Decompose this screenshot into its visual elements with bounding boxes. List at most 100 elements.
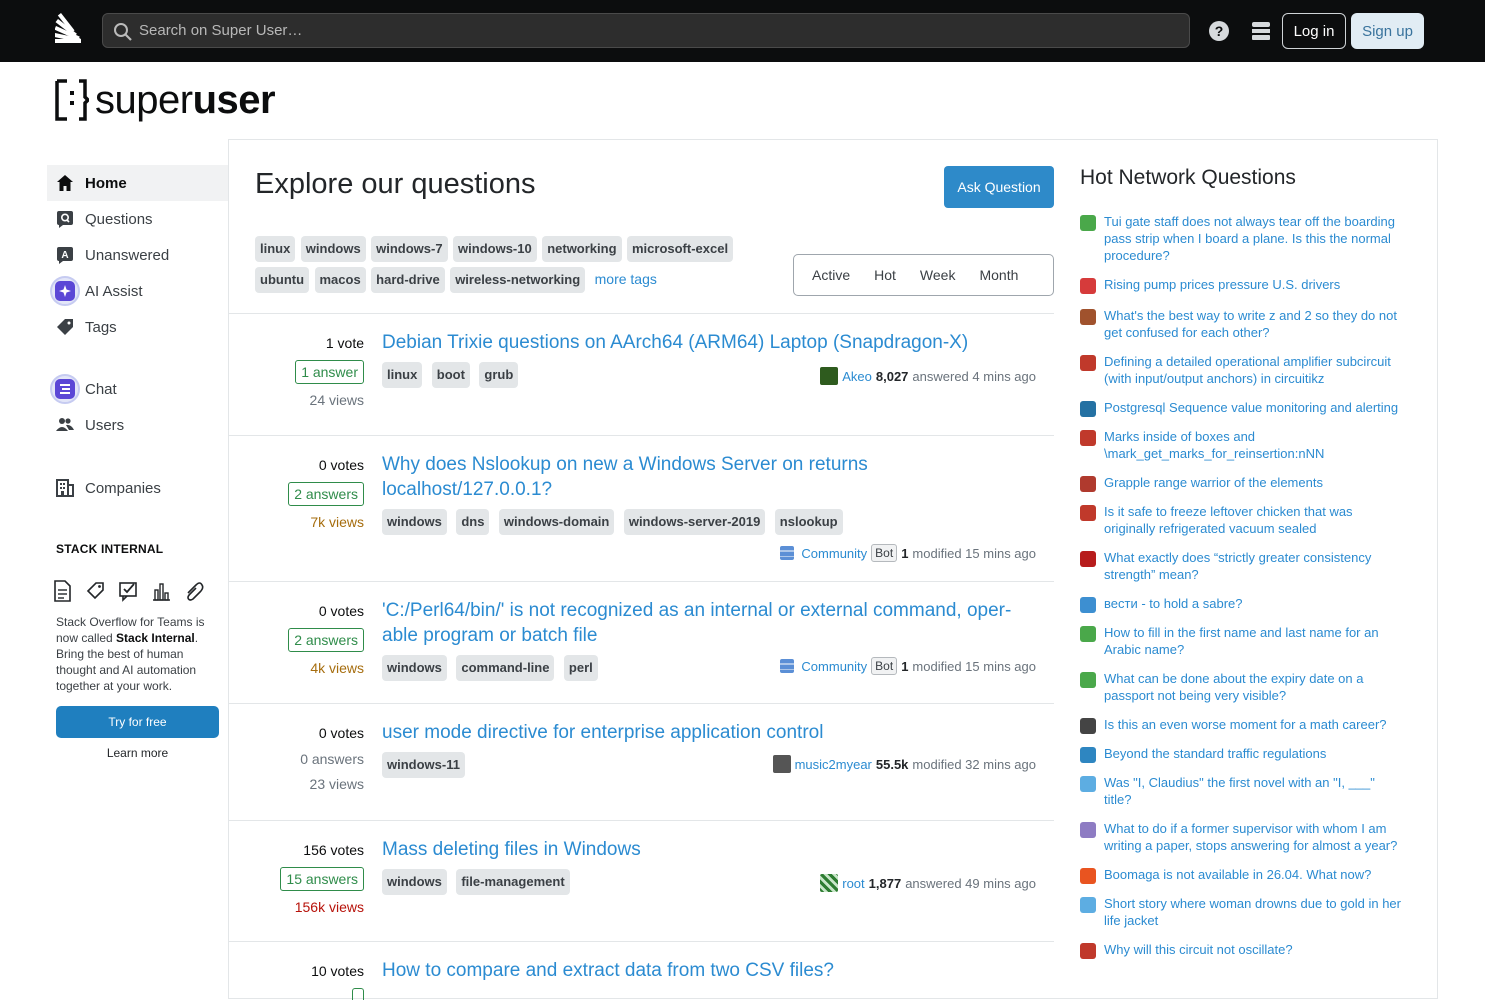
- tag-link[interactable]: nslookup: [774, 509, 843, 535]
- question-activity[interactable]: modified 32 mins ago: [912, 757, 1036, 772]
- community-avatar[interactable]: [780, 546, 795, 560]
- tag-link[interactable]: grub: [479, 362, 519, 388]
- hot-question-link[interactable]: Is it safe to freeze leftover chicken th…: [1080, 503, 1405, 537]
- sidebar-item-companies[interactable]: Companies: [47, 470, 228, 506]
- filter-tab-active[interactable]: Active: [800, 267, 862, 283]
- question-activity[interactable]: answered 4 mins ago: [912, 369, 1036, 384]
- tag-link[interactable]: linux: [382, 362, 423, 388]
- tag-link[interactable]: macos: [314, 267, 366, 293]
- bot-badge: Bot: [871, 544, 898, 562]
- tag-link[interactable]: windows-server-2019: [623, 509, 766, 535]
- community-avatar[interactable]: [780, 659, 795, 673]
- sidebar-item-ai-assist[interactable]: AI Assist: [47, 273, 228, 309]
- sidebar-item-chat[interactable]: Chat: [47, 371, 228, 407]
- tag-link[interactable]: windows-10: [453, 236, 537, 262]
- question-meta: root 1,877 answered 49 mins ago: [820, 874, 1036, 892]
- question-stats: 0 votes 0 answers 23 views: [244, 725, 364, 792]
- hot-question-link[interactable]: вести - to hold a sabre?: [1080, 595, 1405, 613]
- user-link[interactable]: music2myear: [795, 757, 872, 772]
- hot-question-link[interactable]: How to fill in the first name and last n…: [1080, 624, 1405, 658]
- tag-link[interactable]: command-line: [456, 655, 555, 681]
- stack-internal-heading: STACK INTERNAL: [56, 542, 164, 556]
- hot-question-title: How to fill in the first name and last n…: [1104, 625, 1379, 657]
- question-title-link[interactable]: Why does Nslookup on new a Windows Serve…: [382, 452, 902, 502]
- user-avatar[interactable]: [820, 367, 839, 385]
- user-link[interactable]: Akeo: [842, 369, 872, 384]
- sidebar-item-questions[interactable]: Questions: [47, 201, 228, 237]
- tag-link[interactable]: ubuntu: [255, 267, 310, 293]
- hot-question-link[interactable]: Rising pump prices pressure U.S. drivers: [1080, 276, 1405, 294]
- tag-link[interactable]: windows-7: [371, 236, 448, 262]
- question-title-link[interactable]: user mode directive for enterprise appli…: [382, 720, 1037, 745]
- hot-question-link[interactable]: What's the best way to write z and 2 so …: [1080, 307, 1405, 341]
- tag-link[interactable]: linux: [255, 236, 296, 262]
- hot-question-link[interactable]: Marks inside of boxes and \mark_get_mark…: [1080, 428, 1405, 462]
- hot-question-link[interactable]: Grapple range warrior of the elements: [1080, 474, 1405, 492]
- hot-question-link[interactable]: Beyond the standard traffic regulations: [1080, 745, 1405, 763]
- cooking-icon: [1080, 505, 1096, 521]
- tag-link[interactable]: wireless-networking: [450, 267, 586, 293]
- search-input[interactable]: [139, 14, 1179, 47]
- user-link[interactable]: Community: [801, 659, 867, 674]
- view-count: 24 views: [309, 392, 364, 408]
- tag-link[interactable]: windows: [382, 655, 447, 681]
- help-icon[interactable]: ?: [1208, 20, 1230, 42]
- hot-question-link[interactable]: Postgresql Sequence value monitoring and…: [1080, 399, 1405, 417]
- login-button[interactable]: Log in: [1282, 13, 1346, 49]
- question-title-link[interactable]: How to compare and extract data from two…: [382, 958, 1037, 983]
- ask-question-button[interactable]: Ask Question: [944, 166, 1054, 208]
- tag-link[interactable]: windows-11: [382, 752, 465, 778]
- sidebar-item-label: Home: [85, 174, 127, 192]
- question-activity[interactable]: modified 15 mins ago: [912, 546, 1036, 561]
- hot-question-link[interactable]: Is this an even worse moment for a math …: [1080, 716, 1405, 734]
- question-title-link[interactable]: 'C:/Perl64/bin/' is not recognized as an…: [382, 598, 1022, 648]
- tag-link[interactable]: perl: [563, 655, 598, 681]
- tag-link[interactable]: networking: [542, 236, 622, 262]
- tag-link[interactable]: boot: [431, 362, 470, 388]
- user-avatar[interactable]: [772, 755, 791, 773]
- hot-question-link[interactable]: Was "I, Claudius" the first novel with a…: [1080, 774, 1405, 808]
- site-switcher-icon[interactable]: [1250, 20, 1272, 42]
- hot-question-link[interactable]: Boomaga is not available in 26.04. What …: [1080, 866, 1405, 884]
- tag-link[interactable]: file-management: [456, 869, 570, 895]
- superuser-logo[interactable]: superuser: [55, 74, 276, 126]
- filter-tab-week[interactable]: Week: [908, 267, 968, 283]
- sidebar-item-users[interactable]: Users: [47, 407, 228, 443]
- hot-question-link[interactable]: What can be done about the expiry date o…: [1080, 670, 1405, 704]
- question-title-link[interactable]: Mass deleting files in Windows: [382, 837, 1037, 862]
- hot-question-link[interactable]: Why will this circuit not oscillate?: [1080, 941, 1405, 959]
- filter-tab-month[interactable]: Month: [967, 267, 1030, 283]
- user-link[interactable]: Community: [801, 546, 867, 561]
- try-for-free-button[interactable]: Try for free: [56, 706, 219, 738]
- tag-link[interactable]: microsoft-excel: [626, 236, 734, 262]
- sidebar-item-unanswered[interactable]: A Unanswered: [47, 237, 228, 273]
- user-avatar[interactable]: [820, 874, 839, 892]
- learn-more-link[interactable]: Learn more: [56, 746, 219, 760]
- hot-question-link[interactable]: What to do if a former supervisor with w…: [1080, 820, 1405, 854]
- stack-internal-feature-icons: [53, 580, 204, 602]
- question-activity[interactable]: answered 49 mins ago: [905, 876, 1036, 891]
- tag-link[interactable]: windows-domain: [498, 509, 615, 535]
- tag-link[interactable]: windows: [300, 236, 366, 262]
- hot-question-link[interactable]: What exactly does “strictly greater cons…: [1080, 549, 1405, 583]
- sidebar-item-tags[interactable]: Tags: [47, 309, 228, 345]
- hot-question-link[interactable]: Defining a detailed operational amplifie…: [1080, 353, 1405, 387]
- tag-link[interactable]: windows: [382, 509, 447, 535]
- search-box[interactable]: [102, 13, 1190, 48]
- tag-link[interactable]: windows: [382, 869, 447, 895]
- question-activity[interactable]: modified 15 mins ago: [912, 659, 1036, 674]
- tag-link[interactable]: hard-drive: [371, 267, 445, 293]
- hot-question-link[interactable]: Short story where woman drowns due to go…: [1080, 895, 1405, 929]
- vote-count: 10 votes: [311, 963, 364, 979]
- stackexchange-logo-icon[interactable]: [55, 13, 85, 47]
- more-tags-link[interactable]: more tags: [595, 271, 657, 287]
- question-title-link[interactable]: Debian Trixie questions on AArch64 (ARM6…: [382, 330, 1037, 355]
- vote-count: 0 votes: [318, 603, 364, 619]
- answer-count: 15 answers: [280, 867, 364, 891]
- sidebar-item-home[interactable]: Home: [47, 165, 228, 201]
- filter-tab-hot[interactable]: Hot: [862, 267, 908, 283]
- tag-link[interactable]: dns: [456, 509, 490, 535]
- signup-button[interactable]: Sign up: [1351, 13, 1424, 49]
- user-link[interactable]: root: [842, 876, 864, 891]
- hot-question-link[interactable]: Tui gate staff does not always tear off …: [1080, 213, 1405, 264]
